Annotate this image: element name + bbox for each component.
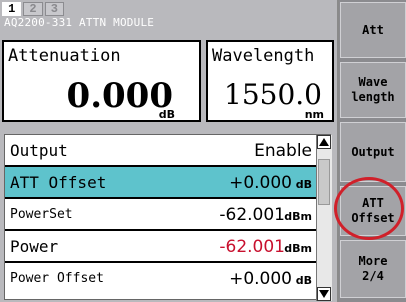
list-item-value: +0.000 — [229, 173, 292, 193]
list-item-att-offset[interactable]: ATT Offset +0.000 dB — [5, 167, 316, 199]
list-item-label: Output — [10, 141, 68, 160]
list-item-value: -62.001 — [219, 205, 285, 225]
list-item-power[interactable]: Power -62.001 dBm — [5, 231, 316, 263]
attenuation-box[interactable]: Attenuation 0.000 dB — [2, 40, 201, 122]
wavelength-label: Wavelength — [212, 46, 315, 66]
list-item-label: Power — [10, 237, 59, 256]
list-item-label: PowerSet — [10, 207, 73, 222]
list-item-value: -62.001 — [219, 237, 285, 257]
parameter-list: Output Enable ATT Offset +0.000 dB Power… — [4, 134, 332, 301]
list-item-unit: dBm — [284, 210, 312, 223]
scroll-down-arrow-icon[interactable] — [317, 287, 331, 301]
wavelength-softkey[interactable]: Wave length — [340, 62, 406, 118]
tab-3[interactable]: 3 — [44, 2, 64, 16]
att-softkey[interactable]: Att — [340, 2, 406, 58]
list-item-value: Enable — [254, 141, 312, 161]
triangle-down-icon — [319, 290, 329, 298]
list-item-power-offset[interactable]: Power Offset +0.000 dB — [5, 263, 316, 295]
list-item-label: Power Offset — [10, 271, 104, 286]
list-item-unit: dB — [295, 178, 312, 191]
tab-2[interactable]: 2 — [23, 2, 43, 16]
page-tabs: 1 2 3 — [2, 2, 66, 16]
attenuation-label: Attenuation — [8, 46, 121, 66]
list-item-unit: dBm — [284, 242, 312, 255]
list-item-value: +0.000 — [229, 269, 292, 289]
list-item-output[interactable]: Output Enable — [5, 135, 316, 167]
more-softkey[interactable]: More 2/4 — [340, 240, 406, 298]
main-panel: 1 2 3 AQ2200-331 ATTN MODULE Attenuation… — [0, 0, 337, 302]
module-title: AQ2200-331 ATTN MODULE — [4, 16, 155, 29]
wavelength-unit: nm — [304, 108, 324, 121]
triangle-up-icon — [319, 138, 329, 146]
scrollbar[interactable] — [316, 135, 332, 301]
scrollbar-thumb[interactable] — [318, 159, 330, 205]
wavelength-value: 1550.0 — [224, 78, 322, 111]
tab-1[interactable]: 1 — [2, 2, 22, 16]
highlight-circle — [334, 177, 404, 240]
attenuation-value: 0.000 — [66, 76, 173, 116]
output-softkey[interactable]: Output — [340, 122, 406, 182]
list-item-powerset[interactable]: PowerSet -62.001 dBm — [5, 199, 316, 231]
scroll-up-arrow-icon[interactable] — [317, 135, 331, 149]
list-item-label: ATT Offset — [10, 173, 107, 192]
list-item-unit: dB — [295, 274, 312, 287]
wavelength-box[interactable]: Wavelength 1550.0 nm — [206, 40, 334, 122]
attenuation-unit: dB — [158, 108, 175, 121]
